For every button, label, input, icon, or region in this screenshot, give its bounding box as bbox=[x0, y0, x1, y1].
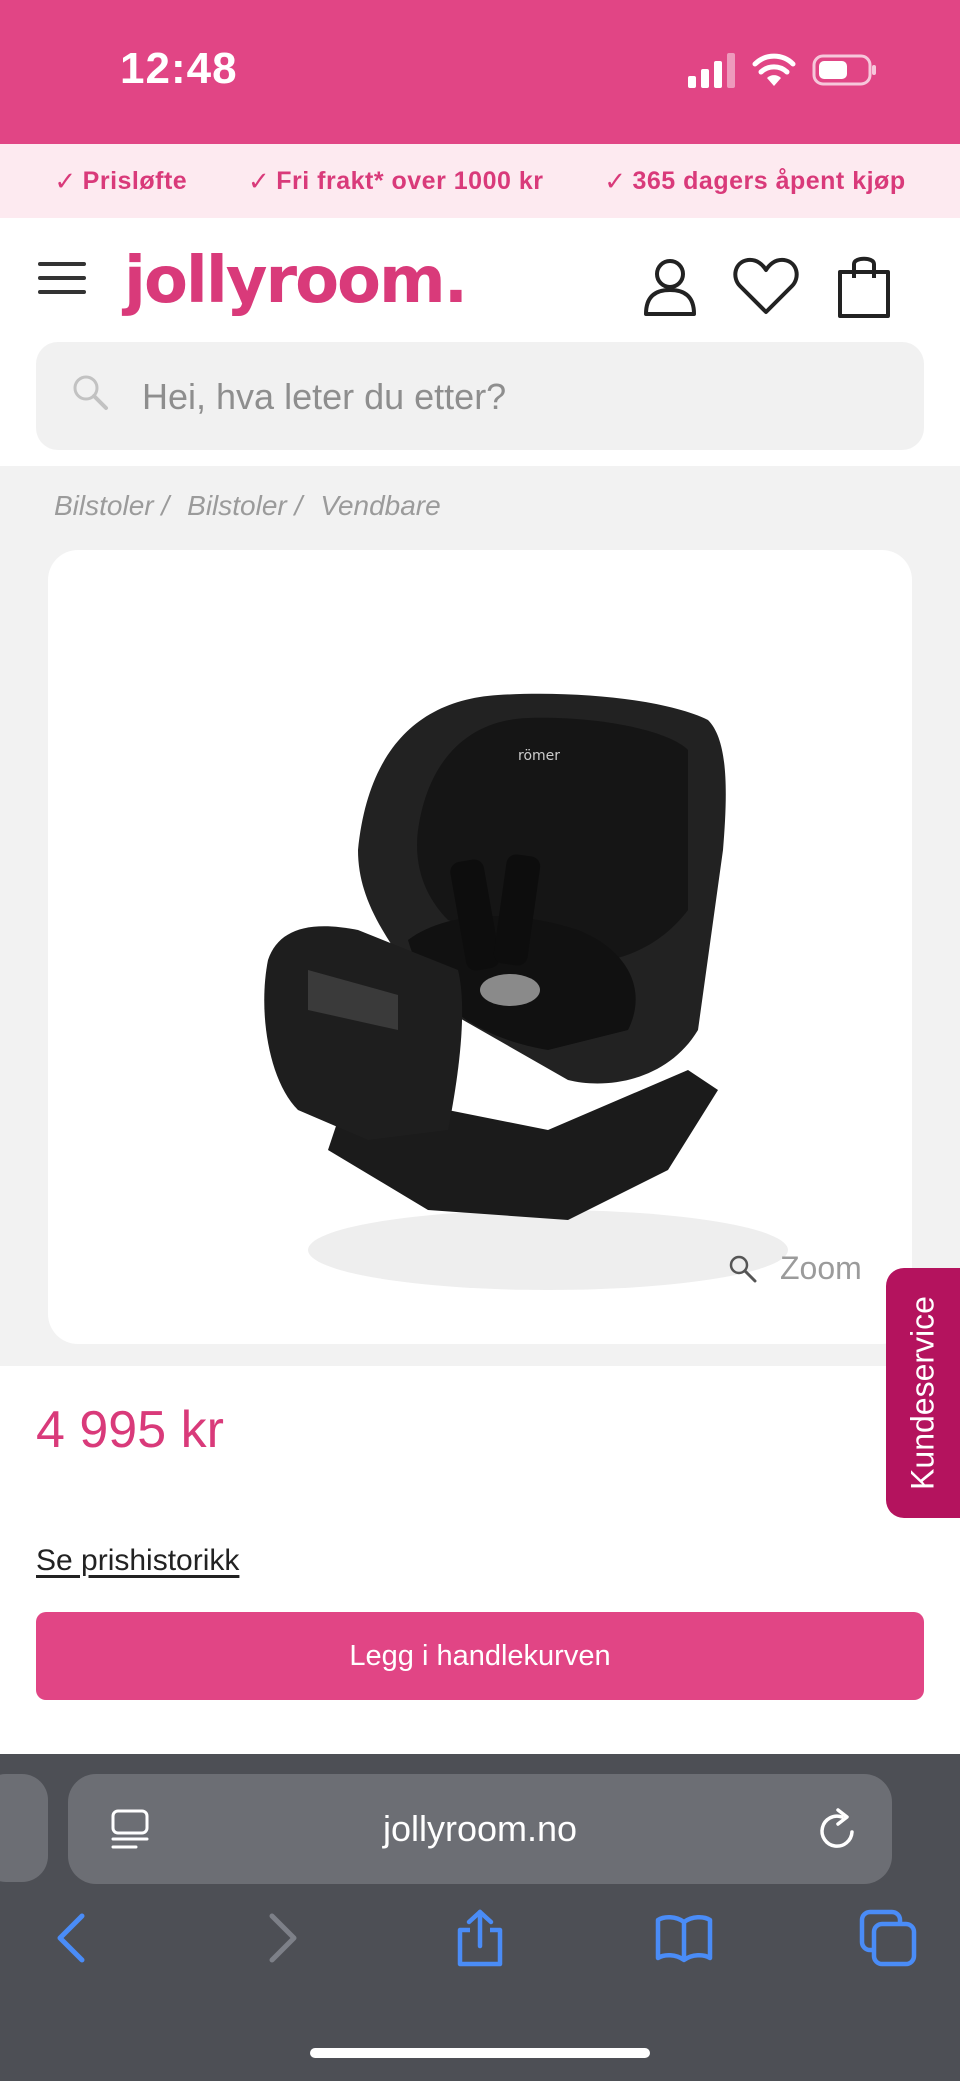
zoom-button[interactable]: Zoom bbox=[728, 1250, 862, 1287]
breadcrumb-item[interactable]: Bilstoler / bbox=[54, 490, 169, 522]
customer-service-tab[interactable]: Kundeservice bbox=[886, 1268, 960, 1518]
breadcrumb-item[interactable]: Bilstoler / bbox=[187, 490, 302, 522]
forward-icon[interactable] bbox=[250, 1908, 310, 1968]
product-image-card[interactable]: römer Zoom bbox=[48, 550, 912, 1344]
site-logo[interactable]: jollyroom. bbox=[124, 244, 468, 318]
heart-icon[interactable] bbox=[732, 254, 800, 318]
cellular-signal-icon bbox=[688, 53, 735, 88]
site-header: jollyroom. Hei, hva leter du etter? bbox=[0, 218, 960, 466]
share-icon[interactable] bbox=[450, 1908, 510, 1968]
breadcrumb: Bilstoler / Bilstoler / Vendbare bbox=[54, 490, 459, 522]
checkmark-icon: ✓ bbox=[247, 165, 271, 196]
product-image: römer bbox=[264, 693, 788, 1290]
tabs-icon[interactable] bbox=[858, 1908, 918, 1968]
checkmark-icon: ✓ bbox=[54, 165, 77, 196]
price-history-link[interactable]: Se prishistorikk bbox=[36, 1544, 239, 1578]
search-input[interactable]: Hei, hva leter du etter? bbox=[36, 342, 924, 450]
browser-toolbar: jollyroom.no bbox=[0, 1754, 960, 2081]
promo-price-promise: ✓ Prisløfte bbox=[54, 166, 187, 197]
status-bar: 12:48 bbox=[0, 0, 960, 144]
add-to-cart-button[interactable]: Legg i handlekurven bbox=[36, 1612, 924, 1700]
promo-label: Prisløfte bbox=[82, 166, 188, 195]
battery-icon bbox=[812, 54, 876, 86]
address-bar[interactable]: jollyroom.no bbox=[68, 1774, 892, 1884]
breadcrumb-item[interactable]: Vendbare bbox=[320, 490, 440, 522]
promo-bar: ✓ Prisløfte ✓ Fri frakt* over 1000 kr ✓ … bbox=[0, 144, 960, 218]
url-text: jollyroom.no bbox=[382, 1808, 578, 1849]
wifi-icon bbox=[752, 53, 796, 86]
zoom-label: Zoom bbox=[780, 1250, 862, 1286]
product-price: 4 995 kr bbox=[36, 1401, 224, 1459]
menu-icon[interactable] bbox=[38, 262, 86, 302]
account-icon[interactable] bbox=[640, 254, 700, 318]
home-indicator bbox=[310, 2048, 650, 2058]
promo-free-shipping: ✓ Fri frakt* over 1000 kr bbox=[248, 166, 544, 197]
shopping-bag-icon[interactable] bbox=[836, 254, 892, 318]
bookmarks-icon[interactable] bbox=[654, 1908, 714, 1968]
reload-icon[interactable] bbox=[816, 1806, 860, 1852]
status-time: 12:48 bbox=[120, 44, 238, 93]
promo-label: 365 dagers åpent kjøp bbox=[632, 166, 906, 195]
promo-open-purchase: ✓ 365 dagers åpent kjøp bbox=[604, 166, 905, 197]
promo-label: Fri frakt* over 1000 kr bbox=[276, 166, 544, 195]
back-icon[interactable] bbox=[44, 1908, 104, 1968]
svg-text:römer: römer bbox=[518, 748, 560, 764]
magnifier-icon bbox=[729, 1255, 757, 1282]
checkmark-icon: ✓ bbox=[604, 165, 627, 196]
previous-tab-preview[interactable] bbox=[0, 1774, 48, 1882]
search-placeholder: Hei, hva leter du etter? bbox=[142, 376, 507, 417]
customer-service-label: Kundeservice bbox=[904, 1296, 941, 1490]
search-icon bbox=[73, 375, 108, 410]
